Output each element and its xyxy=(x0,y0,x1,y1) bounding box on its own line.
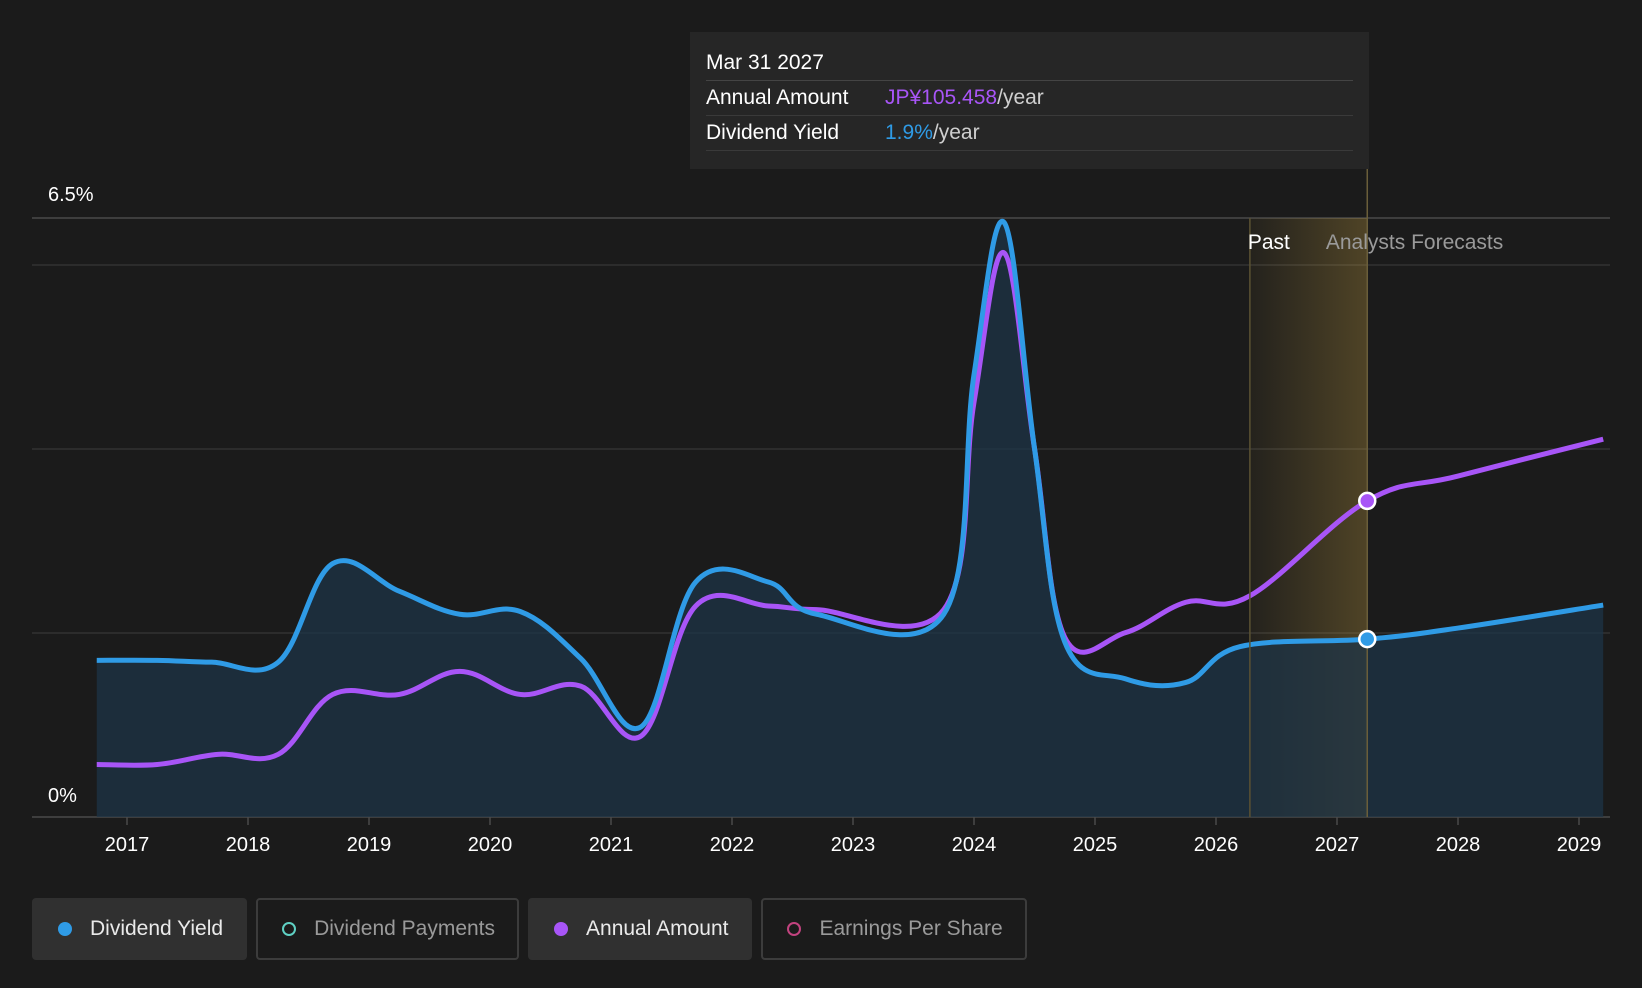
tooltip-yield-row: Dividend Yield 1.9%/year xyxy=(706,116,1353,151)
tooltip-annual-row: Annual Amount JP¥105.458/year xyxy=(706,81,1353,116)
legend-annual-amount-label: Annual Amount xyxy=(586,917,729,940)
annual-amount-dot-icon xyxy=(554,922,569,936)
x-tick-label-2023: 2023 xyxy=(831,834,876,856)
chart-legend: Dividend Yield Dividend Payments Annual … xyxy=(32,898,1027,960)
annual-amount-marker[interactable] xyxy=(1358,491,1377,511)
x-tick-label-2024: 2024 xyxy=(952,834,997,856)
x-tick-label-2020: 2020 xyxy=(468,834,513,856)
x-tick-label-2029: 2029 xyxy=(1557,834,1602,856)
tooltip-annual-unit: /year xyxy=(997,86,1044,109)
x-tick-label-2019: 2019 xyxy=(347,834,392,856)
earnings-per-share-ring-icon xyxy=(787,922,802,936)
dividend-yield-dot-icon xyxy=(58,922,72,936)
past-label: Past xyxy=(1248,231,1290,254)
tooltip-yield-label: Dividend Yield xyxy=(706,121,840,144)
x-tick-label-2022: 2022 xyxy=(710,834,755,856)
chart-tooltip: Mar 31 2027 Annual Amount JP¥105.458/yea… xyxy=(690,32,1369,169)
legend-dividend-payments-label: Dividend Payments xyxy=(314,917,496,940)
tooltip-annual-label: Annual Amount xyxy=(706,86,849,109)
y-axis-min-label: 0% xyxy=(48,785,77,807)
x-tick-label-2026: 2026 xyxy=(1194,834,1239,856)
legend-dividend-yield-button[interactable]: Dividend Yield xyxy=(32,898,248,960)
legend-earnings-per-share-label: Earnings Per Share xyxy=(819,917,1003,940)
tooltip-yield-value: 1.9% xyxy=(885,121,933,144)
dividend-yield-marker[interactable] xyxy=(1358,629,1377,649)
tooltip-annual-value: JP¥105.458 xyxy=(885,86,998,109)
legend-earnings-per-share-button[interactable]: Earnings Per Share xyxy=(761,898,1027,960)
tooltip-date: Mar 31 2027 xyxy=(706,46,1353,81)
dividend-yield-area xyxy=(96,221,1604,817)
legend-dividend-payments-button[interactable]: Dividend Payments xyxy=(256,898,520,960)
x-tick-label-2021: 2021 xyxy=(589,834,634,856)
legend-dividend-yield-label: Dividend Yield xyxy=(90,917,224,940)
x-tick-label-2018: 2018 xyxy=(226,834,271,856)
tooltip-yield-unit: /year xyxy=(932,121,980,144)
forecast-label: Analysts Forecasts xyxy=(1326,231,1503,254)
x-tick-label-2017: 2017 xyxy=(105,834,150,856)
y-axis-max-label: 6.5% xyxy=(48,184,94,206)
legend-annual-amount-button[interactable]: Annual Amount xyxy=(528,898,753,960)
x-tick-label-2025: 2025 xyxy=(1073,834,1118,856)
x-tick-label-2028: 2028 xyxy=(1436,834,1481,856)
x-tick-label-2027: 2027 xyxy=(1315,834,1360,856)
dividend-payments-ring-icon xyxy=(282,922,297,936)
